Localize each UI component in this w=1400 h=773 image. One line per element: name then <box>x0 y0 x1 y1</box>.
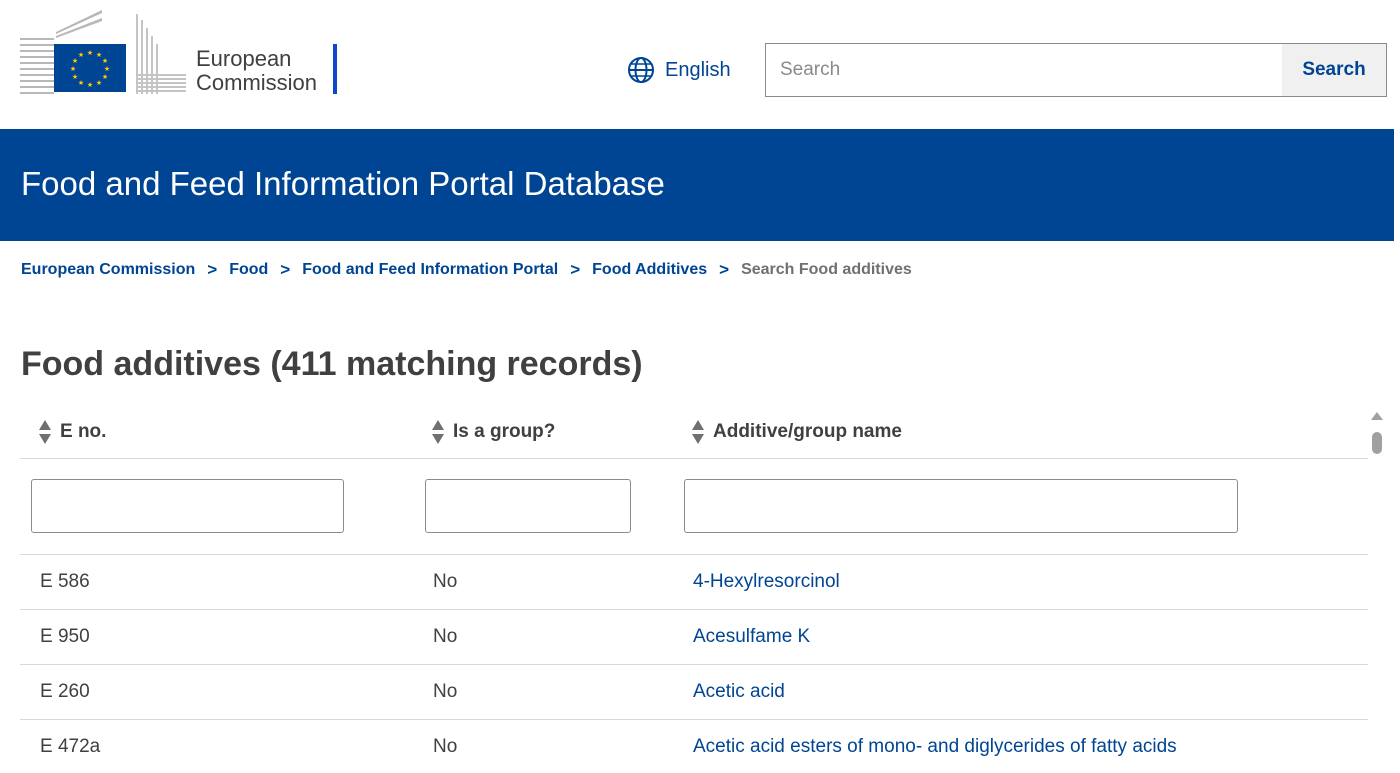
column-header-is-group[interactable]: Is a group? <box>431 419 555 445</box>
breadcrumb: European Commission > Food > Food and Fe… <box>21 260 912 280</box>
logo-divider <box>333 44 337 94</box>
search-button[interactable]: Search <box>1282 44 1386 96</box>
svg-text:★: ★ <box>70 65 76 73</box>
globe-icon <box>627 56 655 84</box>
logo-line-1: European <box>196 46 292 71</box>
cell-e-no: E 950 <box>40 626 90 647</box>
table-row: E 586 No 4-Hexylresorcinol <box>20 555 1368 610</box>
breadcrumb-separator: > <box>570 260 581 279</box>
page-title: Food additives (411 matching records) <box>21 345 643 383</box>
scrollbar-thumb[interactable] <box>1372 432 1382 454</box>
additives-table: E no. Is a group? Additive/group name E … <box>20 403 1368 773</box>
sort-icon <box>39 420 51 444</box>
cell-e-no: E 260 <box>40 681 90 702</box>
page-banner: Food and Feed Information Portal Databas… <box>0 129 1394 241</box>
svg-text:★: ★ <box>87 81 93 89</box>
cell-additive-link[interactable]: Acetic acid esters of mono- and diglycer… <box>693 736 1177 758</box>
european-commission-logo[interactable]: ★ ★ ★ ★ ★ ★ ★ ★ ★ ★ ★ ★ European Commiss… <box>20 10 350 100</box>
breadcrumb-food[interactable]: Food <box>229 261 268 279</box>
sort-icon <box>692 420 704 444</box>
cell-is-group: No <box>433 736 458 757</box>
svg-text:★: ★ <box>102 73 108 81</box>
column-header-label: Is a group? <box>453 421 556 442</box>
table-filter-row <box>20 459 1368 555</box>
search-input[interactable] <box>766 44 1282 96</box>
breadcrumb-separator: > <box>207 260 218 279</box>
table-header-row: E no. Is a group? Additive/group name <box>20 403 1368 459</box>
svg-text:★: ★ <box>87 49 93 57</box>
cell-e-no: E 472a <box>40 736 101 757</box>
breadcrumb-food-and-feed-information-portal[interactable]: Food and Feed Information Portal <box>302 261 558 279</box>
svg-text:★: ★ <box>96 79 102 87</box>
language-label: English <box>665 58 731 81</box>
svg-text:★: ★ <box>104 65 110 73</box>
cell-additive-link[interactable]: Acetic acid <box>693 681 785 703</box>
column-header-label: Additive/group name <box>713 421 902 442</box>
sort-icon <box>432 420 444 444</box>
breadcrumb-separator: > <box>280 260 291 279</box>
svg-text:★: ★ <box>78 79 84 87</box>
breadcrumb-separator: > <box>719 260 730 279</box>
logo-line-2: Commission <box>196 70 318 95</box>
vertical-scrollbar[interactable] <box>1370 410 1384 773</box>
cell-additive-link[interactable]: 4-Hexylresorcinol <box>693 571 840 593</box>
cell-e-no: E 586 <box>40 571 90 592</box>
scroll-up-icon[interactable] <box>1371 412 1383 420</box>
table-row: E 950 No Acesulfame K <box>20 610 1368 665</box>
column-header-e-no[interactable]: E no. <box>38 419 106 445</box>
breadcrumb-current: Search Food additives <box>741 261 912 278</box>
svg-text:★: ★ <box>72 73 78 81</box>
logo-text: European Commission <box>196 47 317 95</box>
breadcrumb-food-additives[interactable]: Food Additives <box>592 261 707 279</box>
table-row: E 260 No Acetic acid <box>20 665 1368 720</box>
language-selector[interactable]: English <box>627 55 731 85</box>
filter-e-no-input[interactable] <box>31 479 344 533</box>
cell-is-group: No <box>433 626 458 647</box>
filter-is-group-input[interactable] <box>425 479 631 533</box>
filter-additive-name-input[interactable] <box>684 479 1238 533</box>
cell-is-group: No <box>433 571 458 592</box>
site-title: Food and Feed Information Portal Databas… <box>21 165 665 202</box>
column-header-additive-name[interactable]: Additive/group name <box>691 419 902 445</box>
cell-additive-link[interactable]: Acesulfame K <box>693 626 810 648</box>
site-header: ★ ★ ★ ★ ★ ★ ★ ★ ★ ★ ★ ★ European Commiss… <box>0 0 1400 130</box>
ec-logo-graphic: ★ ★ ★ ★ ★ ★ ★ ★ ★ ★ ★ ★ <box>20 10 186 94</box>
svg-text:★: ★ <box>78 51 84 59</box>
table-row: E 472a No Acetic acid esters of mono- an… <box>20 720 1368 773</box>
cell-is-group: No <box>433 681 458 702</box>
site-search: Search <box>765 43 1387 97</box>
svg-text:★: ★ <box>102 57 108 65</box>
breadcrumb-european-commission[interactable]: European Commission <box>21 261 195 279</box>
column-header-label: E no. <box>60 421 107 442</box>
